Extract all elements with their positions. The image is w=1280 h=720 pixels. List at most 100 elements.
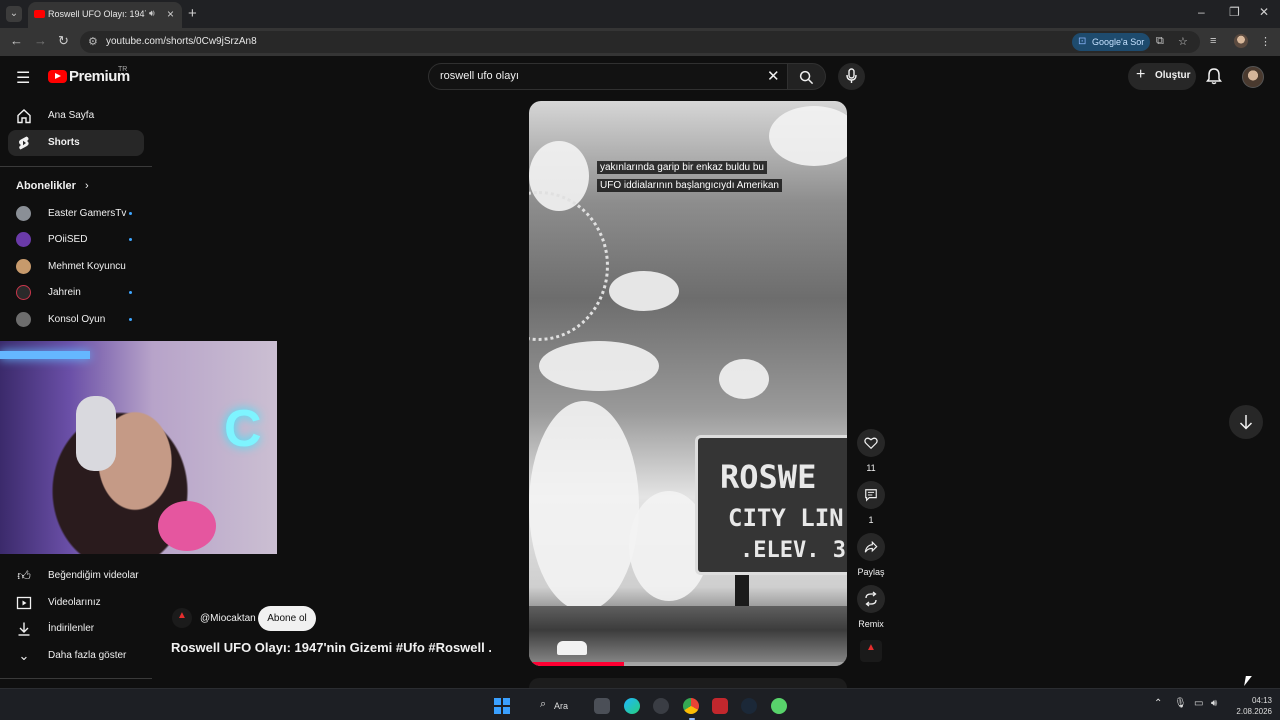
notifications-bell-icon[interactable] — [1206, 67, 1222, 85]
tray-overflow-icon[interactable]: ⌃ — [1154, 698, 1162, 709]
search-button[interactable] — [788, 63, 826, 90]
address-bar[interactable]: ⚙︎ youtube.com/shorts/0Cw9jSrzAn8 ⊡ Goog… — [80, 31, 1200, 53]
cloud-shape — [719, 359, 769, 399]
app-icon[interactable] — [771, 698, 787, 714]
clock-time: 04:13 — [1251, 696, 1272, 705]
obs-icon[interactable] — [653, 698, 669, 714]
short-title[interactable]: Roswell UFO Olayı: 1947'nin Gizemi #Ufo … — [171, 640, 491, 655]
plus-icon: + — [1136, 66, 1146, 83]
next-short-preview[interactable] — [529, 678, 847, 688]
comment-count: 1 — [868, 515, 874, 525]
google-ask-button[interactable]: ⊡ Google'a Sor — [1072, 33, 1151, 51]
sidebar-item-your-videos[interactable]: Videolarınız — [8, 590, 144, 616]
subscription-item[interactable]: Konsol Oyun — [0, 312, 152, 338]
youtube-logo-play — [55, 73, 61, 79]
sign-line: ROSWE — [720, 458, 817, 496]
remix-button[interactable] — [857, 585, 885, 613]
sidebar-item-downloads[interactable]: İndirilenler — [8, 616, 144, 642]
volume-icon[interactable]: 🔊︎ — [1211, 698, 1217, 709]
share-arrow-icon — [864, 540, 878, 553]
share-button[interactable] — [857, 533, 885, 561]
avatar — [16, 232, 31, 247]
search-input[interactable]: roswell ufo olayı ✕ — [428, 63, 788, 90]
restore-icon[interactable]: ❐ — [1229, 5, 1240, 19]
comments-button[interactable] — [857, 481, 885, 509]
subscriptions-heading[interactable]: Abonelikler › — [16, 180, 89, 192]
home-icon — [17, 109, 31, 124]
subscription-item[interactable]: Mehmet Koyuncu — [0, 259, 152, 285]
site-info-icon[interactable]: ⚙︎ — [88, 35, 98, 48]
create-button[interactable]: + Oluştur — [1128, 63, 1196, 90]
minimize-icon[interactable]: – — [1198, 5, 1205, 19]
chrome-profile-avatar[interactable] — [1234, 34, 1248, 48]
account-avatar[interactable] — [1242, 66, 1264, 88]
news-app-icon[interactable] — [712, 698, 728, 714]
car-shape — [557, 641, 587, 655]
browser-tab-strip: ⌄ Roswell UFO Olayı: 1947'nin 🔊︎ × + – ❐… — [0, 0, 1280, 28]
chevron-right-icon: › — [84, 180, 89, 192]
taskbar-clock[interactable]: 04:13 2.08.2026 — [1228, 695, 1272, 717]
next-short-button[interactable] — [1229, 405, 1263, 439]
sidebar-divider — [0, 678, 152, 679]
video-progress-bar[interactable] — [529, 662, 847, 666]
channel-handle[interactable]: @Miocaktan — [200, 613, 256, 624]
channel-avatar[interactable]: ▲ — [172, 608, 192, 628]
tab-search-button[interactable]: ⌄ — [6, 6, 22, 22]
install-app-icon[interactable]: ⧉ — [1156, 35, 1164, 48]
comment-icon — [865, 489, 877, 502]
task-view-icon[interactable] — [594, 698, 610, 714]
cloud-shape — [529, 401, 639, 611]
subscription-name: Jahrein — [48, 287, 81, 298]
heart-icon — [864, 437, 878, 450]
search-icon: ⌕ — [540, 698, 547, 710]
taskbar-search-label: Ara — [554, 701, 569, 711]
led-light-strip — [0, 351, 90, 359]
back-icon[interactable]: ← — [10, 33, 23, 48]
subscriptions-title: Abonelikler — [16, 180, 76, 192]
chrome-menu-icon[interactable]: ⋮ — [1260, 35, 1271, 48]
steam-icon[interactable] — [741, 698, 757, 714]
lens-icon: ⊡ — [1078, 36, 1087, 47]
clear-search-icon[interactable]: ✕ — [767, 67, 780, 85]
url-text[interactable]: youtube.com/shorts/0Cw9jSrzAn8 — [106, 36, 257, 47]
shorts-video-player[interactable]: yakınlarında garip bir enkaz buldu bu UF… — [529, 101, 847, 666]
bookmark-star-icon[interactable]: ☆ — [1178, 35, 1188, 48]
sidebar-divider — [0, 166, 152, 167]
chrome-icon[interactable] — [683, 698, 699, 714]
new-tab-icon[interactable]: + — [188, 5, 197, 22]
edge-browser-icon[interactable] — [624, 698, 640, 714]
video-progress-fill — [529, 662, 625, 666]
sidebar-item-home[interactable]: Ana Sayfa — [8, 103, 144, 129]
speaker-icon[interactable]: 🔊︎ — [149, 8, 155, 19]
taskbar-search[interactable]: ⌕ Ara — [532, 696, 580, 716]
forward-icon[interactable]: → — [34, 33, 47, 48]
sidebar-item-liked-videos[interactable]: 👍︎ Beğendiğim videolar — [8, 563, 144, 589]
search-query[interactable]: roswell ufo olayı — [440, 70, 519, 82]
road-ground — [529, 606, 847, 666]
guide-menu-icon[interactable]: ☰ — [16, 68, 30, 88]
subscribe-button[interactable]: Abone ol — [258, 606, 316, 631]
windows-start-icon[interactable] — [494, 698, 510, 714]
sidebar-item-shorts[interactable]: Shorts — [8, 130, 144, 156]
subscription-name: POiiSED — [48, 234, 88, 245]
city-limit-sign: ROSWE CITY LIN .ELEV. 35 — [695, 435, 847, 575]
voice-search-button[interactable] — [838, 63, 865, 90]
channel-logo-icon: ▲ — [177, 610, 187, 621]
media-controls-icon[interactable]: ≡ — [1210, 35, 1216, 47]
subscription-item[interactable]: Jahrein — [0, 285, 152, 311]
browser-tab-active[interactable]: Roswell UFO Olayı: 1947'nin 🔊︎ × — [28, 2, 182, 28]
mic-tray-icon[interactable]: 🎙︎ — [1174, 698, 1187, 709]
like-button[interactable] — [857, 429, 885, 457]
subscription-item[interactable]: POiiSED — [0, 232, 152, 258]
window-close-icon[interactable]: ✕ — [1259, 5, 1269, 19]
download-icon — [18, 622, 30, 636]
remix-label: Remix — [858, 619, 884, 629]
chevron-down-icon: ⌄ — [18, 648, 30, 663]
tab-close-icon[interactable]: × — [167, 7, 174, 21]
channel-audio-thumbnail[interactable]: ▲ — [860, 640, 882, 662]
sidebar-item-label: Shorts — [48, 137, 80, 148]
subscription-item[interactable]: Easter GamersTv — [0, 206, 152, 232]
network-icon[interactable]: ▭ — [1194, 698, 1203, 709]
reload-icon[interactable]: ↻ — [58, 33, 69, 49]
sidebar-item-show-more[interactable]: ⌄ Daha fazla göster — [8, 643, 144, 669]
